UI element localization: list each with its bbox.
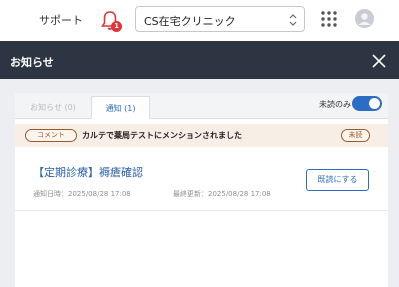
- unread-status-tag: 未読: [341, 129, 370, 142]
- support-link[interactable]: サポート: [39, 12, 83, 28]
- select-arrows-icon: [289, 12, 297, 26]
- tab-notifications[interactable]: 通知 (1): [91, 96, 150, 119]
- panel-right-margin: [388, 79, 399, 287]
- divider: [15, 210, 388, 211]
- unread-only-toggle[interactable]: [352, 96, 382, 111]
- notification-panel-header: お知らせ: [0, 41, 399, 79]
- panel-left-margin: [0, 79, 15, 287]
- mark-read-button[interactable]: 既読にする: [306, 169, 369, 191]
- notified-at: 通知日時：2025/08/28 17:08: [33, 190, 131, 198]
- panel-title: お知らせ: [10, 56, 54, 69]
- apps-grid-icon[interactable]: [321, 11, 337, 27]
- notification-item-title[interactable]: 【定期診療】褥瘡確認: [33, 164, 143, 180]
- toggle-knob: [369, 98, 380, 109]
- notification-count-badge: 1: [111, 21, 122, 32]
- unread-only-label: 未読のみ: [319, 100, 351, 109]
- close-icon[interactable]: [372, 53, 386, 68]
- notification-message: カルテで薬局テストにメンションされました: [82, 131, 242, 140]
- top-bar: サポート 1 CS在宅クリニック: [0, 0, 399, 40]
- panel-background: [0, 79, 399, 93]
- tab-announcements[interactable]: お知らせ (0): [18, 96, 88, 119]
- clinic-select[interactable]: CS在宅クリニック: [135, 6, 305, 32]
- clinic-select-value: CS在宅クリニック: [144, 15, 236, 28]
- comment-tag: コメント: [25, 129, 77, 142]
- updated-at: 最終更新：2025/08/28 17:08: [173, 190, 271, 198]
- user-avatar-icon[interactable]: [355, 9, 374, 28]
